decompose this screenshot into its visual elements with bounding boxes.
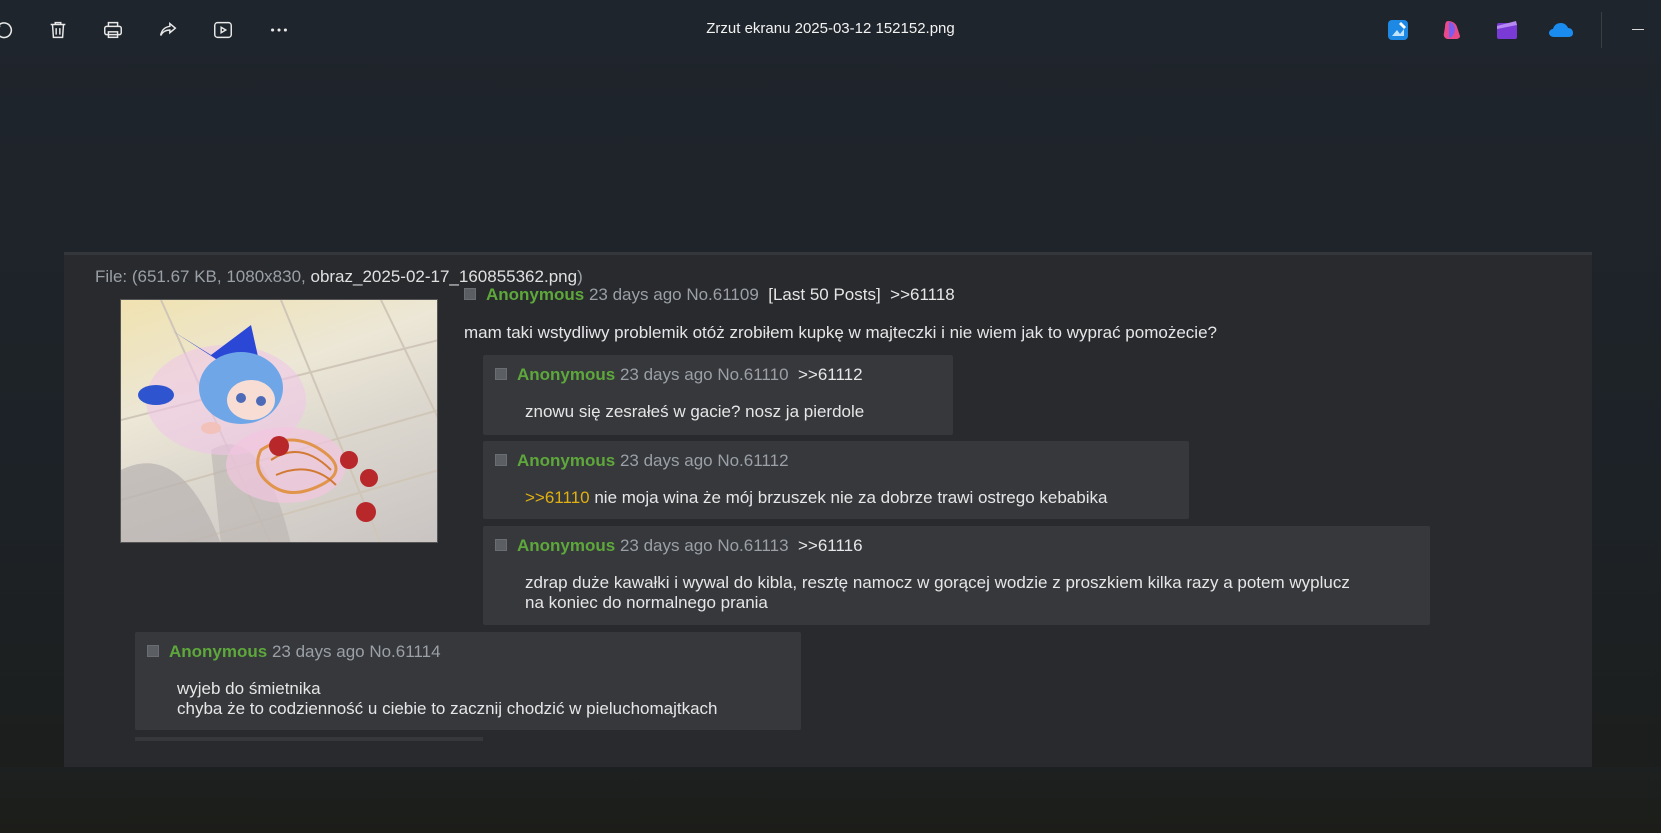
file-name-link[interactable]: obraz_2025-02-17_160855362.png <box>310 267 577 286</box>
reply-text-line: wyjeb do śmietnika <box>177 679 321 698</box>
photo-editor-icon[interactable] <box>1384 16 1412 44</box>
toolbar-divider <box>1601 12 1602 48</box>
post-checkbox[interactable] <box>147 644 159 657</box>
post-meta[interactable]: 23 days ago No.61112 <box>620 451 789 470</box>
reply-post: Anonymous 23 days ago No.61113 >>61116 z… <box>483 526 1430 625</box>
viewer-bottom-area <box>0 767 1661 833</box>
op-header: Anonymous 23 days ago No.61109 [Last 50 … <box>464 285 955 305</box>
reply-text-line: na koniec do normalnego prania <box>525 593 768 612</box>
quote-link[interactable]: >>61110 <box>525 488 590 507</box>
displayed-screenshot: File: (651.67 KB, 1080x830, obraz_2025-0… <box>64 252 1592 767</box>
clipchamp-icon[interactable] <box>1493 16 1521 44</box>
backlink[interactable]: >>61116 <box>798 536 863 555</box>
post-thumbnail[interactable] <box>120 299 438 543</box>
reply-text-body: nie moja wina że mój brzuszek nie za dob… <box>589 488 1108 507</box>
file-info-suffix: ) <box>577 267 583 286</box>
post-checkbox[interactable] <box>495 538 507 551</box>
post-checkbox[interactable] <box>495 367 507 380</box>
reply-text-line: chyba że to codzienność u ciebie to zacz… <box>177 699 718 718</box>
poster-name: Anonymous <box>486 285 585 304</box>
post-meta[interactable]: 23 days ago No.61113 <box>620 536 789 555</box>
post-meta[interactable]: 23 days ago No.61110 <box>620 365 789 384</box>
post-checkbox[interactable] <box>495 453 507 466</box>
reply-post: Anonymous 23 days ago No.61114 wyjeb do … <box>135 632 801 730</box>
viewer-toolbar: Zrzut ekranu 2025-03-12 152152.png <box>0 0 1661 60</box>
photo-viewer-window: Zrzut ekranu 2025-03-12 152152.png File:… <box>0 0 1661 833</box>
reply-text: >>61110 nie moja wina że mój brzuszek ni… <box>525 487 1107 508</box>
poster-name: Anonymous <box>517 536 616 555</box>
last-50-posts-link[interactable]: [Last 50 Posts] <box>768 285 880 304</box>
next-reply-edge <box>135 737 483 741</box>
file-info: File: (651.67 KB, 1080x830, obraz_2025-0… <box>95 267 583 287</box>
reply-post: Anonymous 23 days ago No.61112 >>61110 n… <box>483 441 1189 519</box>
copilot-icon[interactable] <box>1439 16 1467 44</box>
op-text: mam taki wstydliwy problemik otóż zrobił… <box>464 323 1217 342</box>
anime-girl-image <box>121 300 437 542</box>
backlink[interactable]: >>61112 <box>798 365 863 384</box>
post-meta[interactable]: 23 days ago No.61109 <box>589 285 759 304</box>
post-checkbox[interactable] <box>464 287 476 300</box>
post-meta[interactable]: 23 days ago No.61114 <box>272 642 441 661</box>
onedrive-icon[interactable] <box>1547 16 1575 44</box>
reply-text: znowu się zesrałeś w gacie? nosz ja pier… <box>525 402 865 421</box>
reply-text-line: zdrap duże kawałki i wywal do kibla, res… <box>525 573 1350 592</box>
poster-name: Anonymous <box>169 642 268 661</box>
file-info-prefix: File: (651.67 KB, 1080x830, <box>95 267 311 286</box>
reply-post: Anonymous 23 days ago No.61110 >>61112 z… <box>483 355 953 435</box>
poster-name: Anonymous <box>517 365 616 384</box>
minimize-button[interactable] <box>1632 29 1644 30</box>
backlink[interactable]: >>61118 <box>890 285 955 304</box>
poster-name: Anonymous <box>517 451 616 470</box>
